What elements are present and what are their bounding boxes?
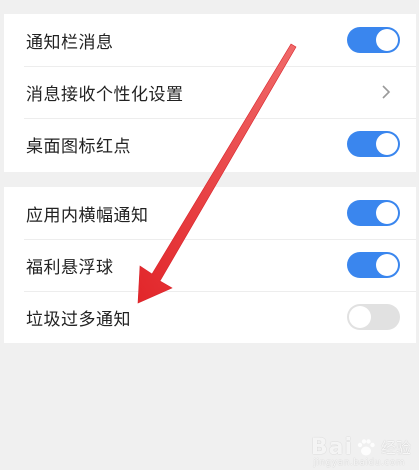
setting-row-message-personalization[interactable]: 消息接收个性化设置 [4,66,416,118]
toggle-knob [376,254,398,276]
floating-ball-toggle[interactable] [347,252,400,278]
notification-bar-toggle[interactable] [347,27,400,53]
setting-row-in-app-banner[interactable]: 应用内横幅通知 [4,187,416,239]
in-app-banner-toggle[interactable] [347,200,400,226]
toggle-knob [349,306,371,328]
notification-settings-page: 通知栏消息 消息接收个性化设置 桌面图标红点 应用内横幅通知 福利悬浮球 垃圾过… [0,0,419,470]
setting-label: 垃圾过多通知 [26,309,131,330]
junk-notification-toggle[interactable] [347,304,400,330]
watermark-suffix: 经验 [380,439,411,457]
setting-row-desktop-badge[interactable]: 桌面图标红点 [4,118,416,170]
setting-label: 通知栏消息 [26,32,114,53]
setting-label: 桌面图标红点 [26,136,131,157]
paw-icon [357,438,375,455]
chevron-right-icon [382,85,391,99]
watermark-domain: jingyan.baidu.com [313,458,405,468]
setting-label: 消息接收个性化设置 [26,84,184,105]
setting-label: 福利悬浮球 [26,257,114,278]
toggle-knob [376,202,398,224]
baidu-jingyan-watermark: Bai 经验 jingyan.baidu.com [310,435,411,468]
toggle-knob [376,133,398,155]
settings-group-in-app: 应用内横幅通知 福利悬浮球 垃圾过多通知 [4,187,416,343]
watermark-brand: Bai [310,435,353,460]
setting-row-junk-notification[interactable]: 垃圾过多通知 [4,291,416,343]
setting-row-notification-bar[interactable]: 通知栏消息 [4,14,416,66]
setting-row-floating-ball[interactable]: 福利悬浮球 [4,239,416,291]
desktop-badge-toggle[interactable] [347,131,400,157]
toggle-knob [376,29,398,51]
setting-label: 应用内横幅通知 [26,205,149,226]
settings-group-notifications: 通知栏消息 消息接收个性化设置 桌面图标红点 [4,14,416,172]
